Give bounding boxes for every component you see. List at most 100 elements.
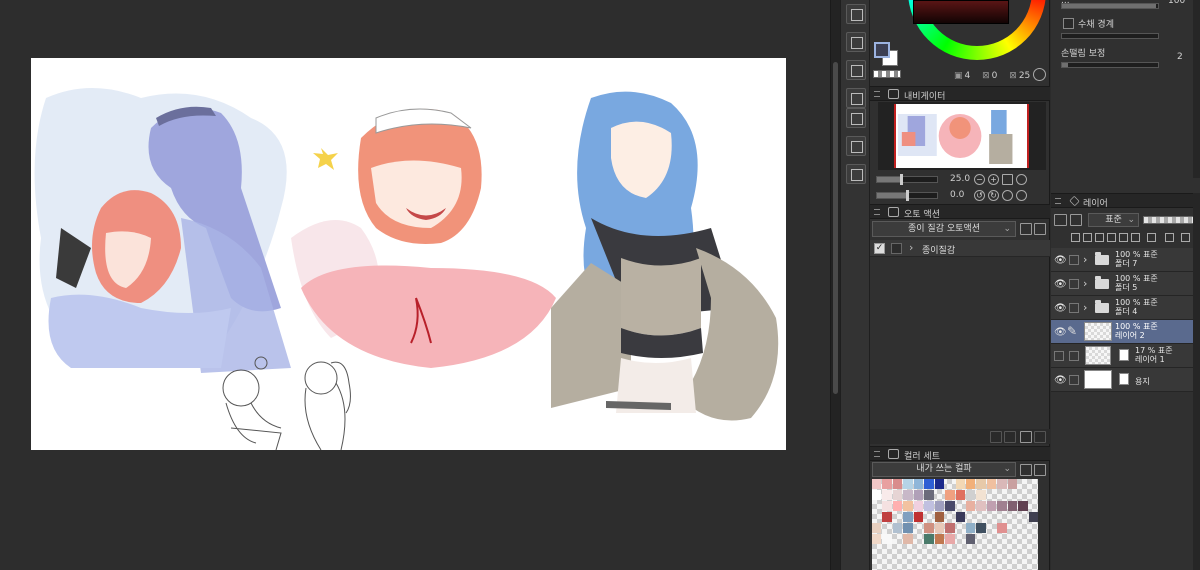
eye-icon[interactable]: 👁 bbox=[1054, 279, 1067, 290]
color-swatch[interactable] bbox=[1018, 479, 1027, 489]
color-swatch[interactable] bbox=[976, 534, 985, 544]
color-swatch[interactable] bbox=[1008, 490, 1017, 500]
clip-icon[interactable] bbox=[1071, 233, 1080, 242]
color-swatch[interactable] bbox=[914, 534, 923, 544]
color-swatch[interactable] bbox=[903, 490, 913, 500]
color-swatch[interactable] bbox=[956, 501, 965, 511]
color-swatch[interactable] bbox=[986, 479, 997, 489]
color-swatch[interactable] bbox=[924, 490, 934, 500]
color-swatch[interactable] bbox=[903, 479, 913, 489]
layer-lock-toggle[interactable] bbox=[1069, 303, 1079, 313]
color-swatch[interactable] bbox=[997, 523, 1007, 533]
layer-opacity-slider[interactable] bbox=[1143, 216, 1200, 224]
zoom-out-icon[interactable]: − bbox=[974, 174, 985, 185]
navigator-view[interactable] bbox=[878, 102, 1046, 170]
color-swatch[interactable] bbox=[914, 523, 923, 533]
color-swatch[interactable] bbox=[924, 534, 934, 544]
eye-icon[interactable]: 👁 bbox=[1054, 255, 1067, 266]
color-swatch[interactable] bbox=[903, 534, 913, 544]
color-swatch[interactable] bbox=[913, 501, 924, 511]
grip-icon[interactable] bbox=[874, 209, 880, 215]
stabilization-slider[interactable] bbox=[1061, 62, 1159, 68]
artwork-canvas[interactable] bbox=[31, 58, 786, 450]
color-swatch[interactable] bbox=[1028, 512, 1038, 522]
color-swatch[interactable] bbox=[1018, 490, 1027, 500]
color-swatch[interactable] bbox=[965, 534, 976, 544]
layer-row-folder-5[interactable]: 👁 › 100 % 표준 폴더 5 bbox=[1051, 272, 1200, 296]
color-swatch[interactable] bbox=[955, 512, 965, 522]
chevron-right-icon[interactable]: › bbox=[1083, 253, 1087, 266]
canvas-area[interactable] bbox=[0, 0, 830, 570]
color-swatch[interactable] bbox=[965, 490, 976, 500]
color-swatch[interactable] bbox=[945, 523, 955, 533]
color-swatch[interactable] bbox=[882, 490, 892, 500]
color-swatch[interactable] bbox=[986, 501, 997, 511]
color-swatch[interactable] bbox=[965, 479, 976, 489]
duplicate-action-icon[interactable] bbox=[1020, 223, 1032, 235]
watercolor-edge-slider[interactable] bbox=[1061, 33, 1159, 39]
grip-icon[interactable] bbox=[1055, 198, 1061, 204]
layer-row-layer-1[interactable]: 17 % 표준 레이어 1 bbox=[1051, 344, 1200, 368]
action-dialog-toggle[interactable] bbox=[891, 243, 902, 254]
color-swatch[interactable] bbox=[934, 534, 945, 544]
layer-row-layer-2[interactable]: 👁 ✎ 100 % 표준 레이어 2 bbox=[1051, 320, 1200, 344]
color-swatch[interactable] bbox=[872, 523, 882, 533]
canvas-scroll-thumb[interactable] bbox=[833, 62, 838, 394]
chevron-right-icon[interactable]: › bbox=[1083, 301, 1087, 314]
color-swatch[interactable] bbox=[1029, 479, 1038, 489]
reference-layer-icon[interactable] bbox=[1083, 233, 1092, 242]
trash-icon[interactable] bbox=[1034, 431, 1046, 443]
color-swatch[interactable] bbox=[1018, 534, 1027, 544]
color-swatch[interactable] bbox=[872, 534, 882, 544]
zoom-slider[interactable] bbox=[876, 174, 938, 185]
color-swatch[interactable] bbox=[997, 512, 1006, 522]
grip-icon[interactable] bbox=[874, 91, 880, 97]
actual-size-icon[interactable] bbox=[1002, 174, 1013, 185]
color-swatch-grid[interactable] bbox=[872, 479, 1038, 570]
wrench-icon[interactable] bbox=[1020, 464, 1032, 476]
zoom-in-icon[interactable]: + bbox=[988, 174, 999, 185]
color-swatch[interactable] bbox=[966, 512, 975, 522]
color-swatch[interactable] bbox=[945, 534, 955, 544]
tool-property-scrollbar[interactable] bbox=[1193, 0, 1200, 178]
color-swatch[interactable] bbox=[987, 523, 996, 533]
canvas-vertical-scrollbar[interactable] bbox=[830, 0, 840, 570]
color-swatch[interactable] bbox=[913, 479, 924, 489]
rotate-left-icon[interactable]: ↺ bbox=[974, 190, 985, 201]
color-swatch[interactable] bbox=[945, 490, 955, 500]
auto-action-item[interactable]: ✓ › 종이질감 bbox=[870, 240, 1050, 257]
color-swatch[interactable] bbox=[893, 534, 902, 544]
color-swatch[interactable] bbox=[945, 512, 954, 522]
grip-icon[interactable] bbox=[874, 451, 880, 457]
color-swatch[interactable] bbox=[913, 490, 924, 500]
color-swatch[interactable] bbox=[924, 479, 934, 489]
sub-view-icon[interactable] bbox=[846, 108, 866, 128]
import-action-icon[interactable] bbox=[1034, 223, 1046, 235]
layer-header[interactable]: 레이어 bbox=[1051, 193, 1200, 209]
color-swatch[interactable] bbox=[872, 479, 882, 489]
import-color-set-icon[interactable] bbox=[1034, 464, 1046, 476]
color-swatch[interactable] bbox=[892, 523, 903, 533]
color-swatch[interactable] bbox=[965, 523, 976, 533]
color-swatch[interactable] bbox=[1029, 490, 1038, 500]
color-swatch[interactable] bbox=[872, 512, 881, 522]
color-swatch[interactable] bbox=[882, 501, 892, 511]
opacity-slider[interactable] bbox=[1061, 3, 1159, 9]
main-color-swatch[interactable] bbox=[874, 42, 890, 58]
color-swatch[interactable] bbox=[872, 501, 881, 511]
chevron-right-icon[interactable]: › bbox=[1083, 277, 1087, 290]
color-swatch[interactable] bbox=[997, 490, 1006, 500]
color-swatch[interactable] bbox=[976, 490, 986, 500]
color-swatch[interactable] bbox=[934, 512, 945, 522]
color-swatch[interactable] bbox=[892, 490, 903, 500]
layer-menu-icon[interactable] bbox=[1181, 233, 1190, 242]
flip-horizontal-icon[interactable] bbox=[1016, 190, 1027, 201]
layer-row-paper[interactable]: 👁 용지 bbox=[1051, 368, 1200, 392]
item-bank-icon[interactable] bbox=[846, 136, 866, 156]
add-action-icon[interactable] bbox=[1020, 431, 1032, 443]
rotation-slider[interactable] bbox=[876, 190, 938, 201]
eye-icon[interactable]: 👁 bbox=[1054, 303, 1067, 314]
ruler-icon[interactable] bbox=[1131, 233, 1140, 242]
material-icon[interactable] bbox=[846, 60, 866, 80]
color-swatch[interactable] bbox=[934, 479, 945, 489]
